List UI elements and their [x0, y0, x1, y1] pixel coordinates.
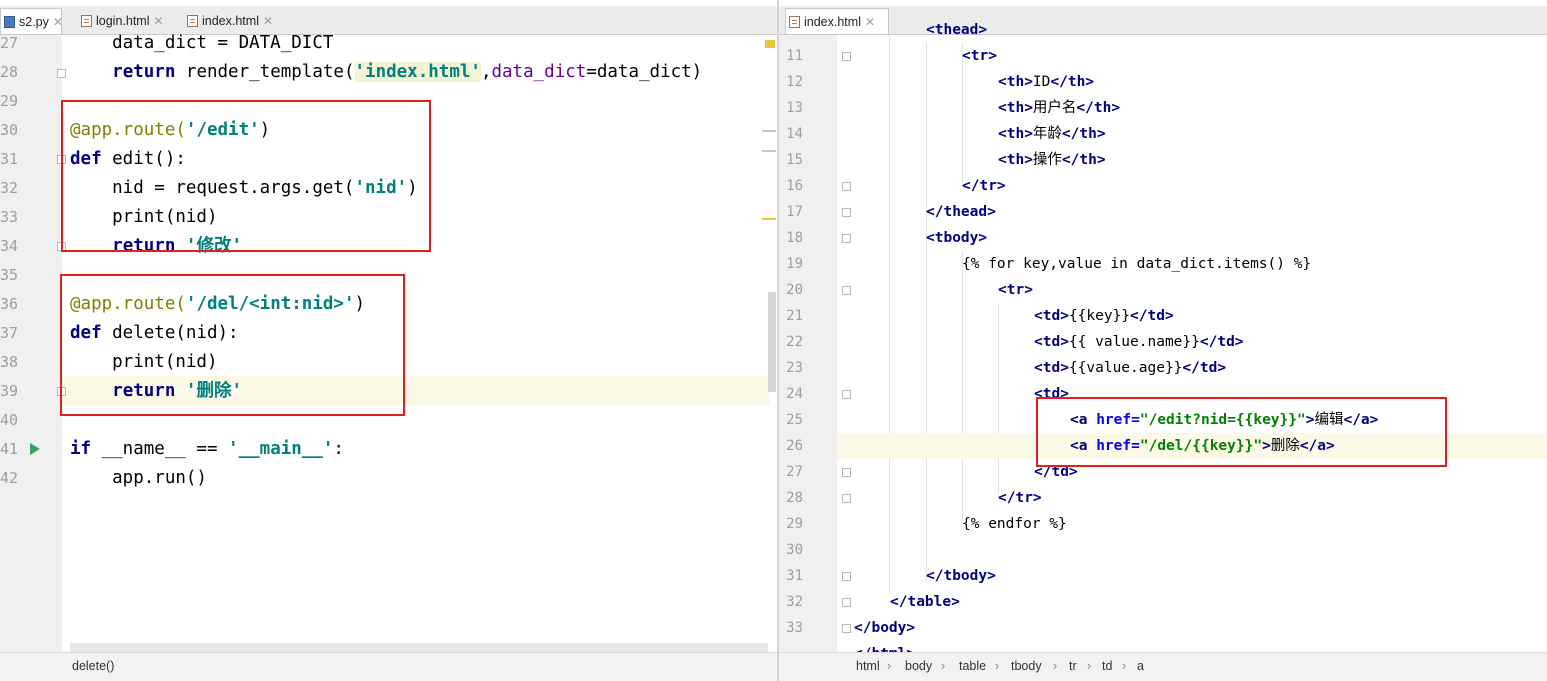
- current-function-crumb[interactable]: delete(): [72, 659, 114, 673]
- delete-route-highlight-box: [60, 274, 405, 416]
- code-line: 11 <tr>: [786, 48, 997, 64]
- html-file-icon: [81, 15, 92, 27]
- code-line: 27 data_dict = DATA_DICT: [0, 33, 334, 53]
- fold-marker-icon[interactable]: [842, 182, 851, 191]
- code-line: 31 </tbody>: [786, 568, 996, 584]
- code-line: 21 <td>{{key}}</td>: [786, 308, 1174, 324]
- left-status-bar: delete(): [0, 652, 778, 681]
- fold-marker-icon[interactable]: [842, 598, 851, 607]
- code-line: 15 <th>操作</th>: [786, 152, 1106, 168]
- breadcrumb-item[interactable]: tr: [1069, 659, 1077, 673]
- code-line: 41 if __name__ == '__main__':: [0, 439, 344, 459]
- code-line: 28 return render_template('index.html',d…: [0, 62, 703, 82]
- scroll-marker: [762, 218, 776, 220]
- tab-label: index.html: [202, 14, 259, 28]
- code-line: 29 {% endfor %}: [786, 516, 1067, 532]
- fold-marker-icon[interactable]: [842, 52, 851, 61]
- code-line: 42 app.run(): [0, 468, 207, 488]
- edit-route-highlight-box: [61, 100, 431, 252]
- code-line: 20 <tr>: [786, 282, 1033, 298]
- close-icon[interactable]: ✕: [263, 14, 273, 28]
- code-line: 17 </thead>: [786, 204, 996, 220]
- code-line: 33 </body>: [786, 620, 916, 636]
- warning-marker-icon[interactable]: [765, 40, 775, 48]
- scroll-marker: [762, 130, 776, 132]
- code-line: 23 <td>{{value.age}}</td>: [786, 360, 1227, 376]
- code-line: 18 <tbody>: [786, 230, 988, 246]
- fold-marker-icon[interactable]: [842, 494, 851, 503]
- breadcrumb-item[interactable]: body: [905, 659, 932, 673]
- fold-marker-icon[interactable]: [842, 234, 851, 243]
- breadcrumb-item[interactable]: td: [1102, 659, 1112, 673]
- fold-marker-icon[interactable]: [842, 572, 851, 581]
- breadcrumb-separator-icon: ›: [1122, 659, 1127, 673]
- fold-marker-icon[interactable]: [842, 208, 851, 217]
- python-file-icon: [4, 16, 15, 28]
- breadcrumb-item[interactable]: tbody: [1011, 659, 1042, 673]
- breadcrumb-item[interactable]: table: [959, 659, 986, 673]
- code-line: 19 {% for key,value in data_dict.items() …: [786, 256, 1312, 272]
- fold-marker-icon[interactable]: [842, 624, 851, 633]
- vertical-scrollbar[interactable]: [768, 292, 776, 392]
- code-line: 14 <th>年龄</th>: [786, 126, 1106, 142]
- fold-marker-icon[interactable]: [842, 286, 851, 295]
- tab-label: s2.py: [19, 15, 49, 29]
- fold-marker-icon[interactable]: [57, 69, 66, 78]
- code-line: 13 <th>用户名</th>: [786, 100, 1121, 116]
- breadcrumb-separator-icon: ›: [941, 659, 946, 673]
- html-file-icon: [187, 15, 198, 27]
- code-line: 22 <td>{{ value.name}}</td>: [786, 334, 1244, 350]
- code-line: 16 </tr>: [786, 178, 1006, 194]
- link-highlight-box: [1036, 397, 1447, 467]
- code-line: 12 <th>ID</th>: [786, 74, 1095, 90]
- close-icon[interactable]: ✕: [154, 14, 164, 28]
- code-line: 30: [786, 542, 803, 558]
- breadcrumb-separator-icon: ›: [1053, 659, 1058, 673]
- breadcrumb-separator-icon: ›: [1087, 659, 1092, 673]
- breadcrumb: html › body › table › tbody › tr › td › …: [779, 652, 1547, 681]
- breadcrumb-separator-icon: ›: [887, 659, 892, 673]
- close-icon[interactable]: ✕: [53, 15, 63, 29]
- breadcrumb-separator-icon: ›: [995, 659, 1000, 673]
- code-line: 28 </tr>: [786, 490, 1042, 506]
- fold-marker-icon[interactable]: [842, 468, 851, 477]
- scroll-marker: [762, 150, 776, 152]
- code-line: <thead>: [926, 22, 988, 38]
- breadcrumb-item[interactable]: html: [856, 659, 880, 673]
- left-editor-pane: s2.py ✕ login.html ✕ index.html ✕ 27 data_d…: [0, 0, 778, 681]
- tab-label: login.html: [96, 14, 150, 28]
- fold-marker-icon[interactable]: [842, 390, 851, 399]
- run-icon[interactable]: [30, 443, 40, 455]
- breadcrumb-item[interactable]: a: [1137, 659, 1144, 673]
- right-editor-pane: index.html ✕ <thead> 11 <tr> 12 <th>ID</th>…: [779, 0, 1547, 681]
- code-line: 32 </table>: [786, 594, 960, 610]
